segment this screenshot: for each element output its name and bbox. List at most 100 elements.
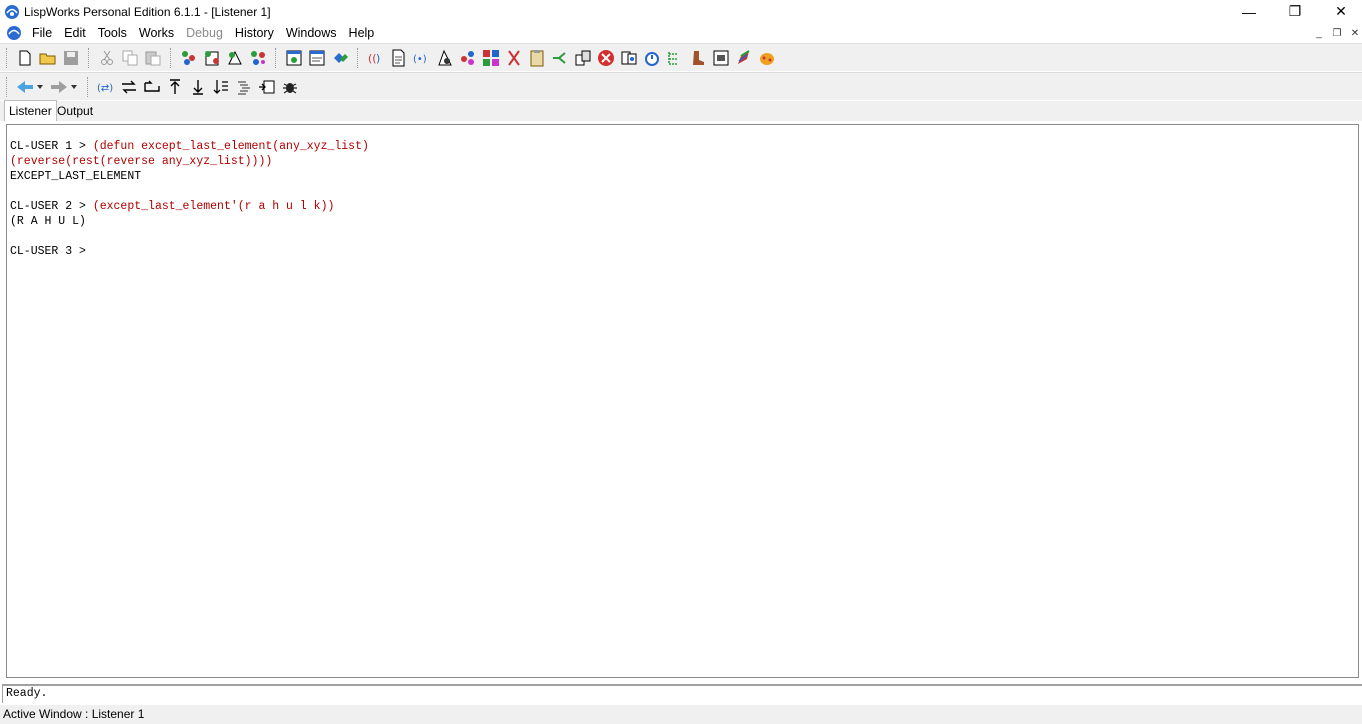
menu-help[interactable]: Help (343, 23, 381, 43)
list-indent-button[interactable] (232, 76, 255, 98)
top-of-stack-button[interactable] (163, 76, 186, 98)
menu-file[interactable]: File (26, 23, 58, 43)
tracer-button[interactable] (548, 47, 571, 69)
output-browser-button[interactable] (479, 47, 502, 69)
toolbar-grip[interactable] (6, 76, 9, 97)
input-2: (except_last_element'(r a h u l k)) (92, 200, 335, 213)
debug-bug-button[interactable] (278, 76, 301, 98)
svg-text:(⇄): (⇄) (97, 83, 113, 94)
compile-buffer-button[interactable] (246, 47, 269, 69)
save-button[interactable] (59, 47, 82, 69)
class-browser-button[interactable]: (() (364, 47, 387, 69)
next-history-button[interactable] (140, 76, 163, 98)
echo-area[interactable]: Ready. (2, 684, 1362, 703)
cut-button[interactable] (95, 47, 118, 69)
save-icon (63, 50, 78, 65)
mdi-close-button[interactable]: ✕ (1346, 25, 1362, 41)
copy-icon (122, 50, 137, 65)
title-bar: LispWorks Personal Edition 6.1.1 - [List… (0, 0, 1362, 23)
menu-debug[interactable]: Debug (180, 23, 229, 43)
previous-history-icon (121, 80, 136, 93)
interface-builder-button[interactable] (709, 47, 732, 69)
window-title: LispWorks Personal Edition 6.1.1 - [List… (24, 4, 271, 19)
svg-text:(•): (•) (413, 54, 427, 65)
tools-button[interactable] (328, 47, 351, 69)
cut-icon (100, 50, 113, 65)
profiler-button[interactable] (502, 47, 525, 69)
document-system-menu-icon[interactable] (6, 25, 22, 41)
generic-function-browser-button[interactable] (387, 47, 410, 69)
listener-button[interactable] (282, 47, 305, 69)
prompt-1: CL-USER 1 > (10, 140, 93, 153)
debugger-button[interactable] (433, 47, 456, 69)
back-button[interactable] (13, 76, 47, 98)
stopwatch-icon (644, 51, 659, 66)
inspector-icon (667, 51, 677, 65)
copy-button[interactable] (118, 47, 141, 69)
input-1-continued: (reverse(rest(reverse any_xyz_list)))) (10, 155, 273, 168)
forward-button[interactable] (47, 76, 81, 98)
output-browser-icon (482, 49, 499, 66)
bottom-of-stack-button[interactable] (186, 76, 209, 98)
clipboard-icon (530, 49, 543, 66)
tab-strip: Listener Output (0, 100, 1362, 121)
sort-down-button[interactable] (209, 76, 232, 98)
stop-button[interactable] (594, 47, 617, 69)
close-button[interactable]: ✕ (1318, 0, 1362, 23)
system-browser-button[interactable] (571, 47, 594, 69)
menu-works[interactable]: Works (133, 23, 180, 43)
boot-icon (692, 50, 704, 65)
profiler-icon (507, 49, 520, 66)
evaluate-region-button[interactable] (200, 47, 223, 69)
menu-edit[interactable]: Edit (58, 23, 92, 43)
compile-button[interactable] (223, 47, 246, 69)
document-browser-icon (392, 49, 404, 66)
color-pencil-icon (737, 49, 750, 64)
symbol-browser-icon: (•) (413, 54, 427, 65)
mdi-restore-icon: ❐ (1332, 27, 1342, 39)
new-file-icon (19, 50, 30, 65)
system-browser-icon (575, 50, 590, 65)
mdi-minimize-icon: _ (1316, 27, 1322, 39)
close-icon: ✕ (1335, 3, 1347, 19)
symbol-browser-button[interactable]: (•) (410, 47, 433, 69)
compile-icon (227, 50, 242, 64)
minimize-button[interactable]: — (1226, 0, 1272, 23)
tab-listener[interactable]: Listener (4, 100, 57, 121)
restore-button[interactable]: ❐ (1272, 0, 1318, 23)
open-file-button[interactable] (36, 47, 59, 69)
arrow-up-icon (169, 78, 180, 94)
input-1: (defun except_last_element(any_xyz_list) (92, 140, 369, 153)
menu-history[interactable]: History (229, 23, 280, 43)
paste-button[interactable] (141, 47, 164, 69)
walker-button[interactable] (686, 47, 709, 69)
toolbar-grip[interactable] (6, 47, 9, 68)
open-folder-icon (39, 53, 55, 64)
lisp-logo-button[interactable] (755, 47, 778, 69)
editor-button[interactable] (305, 47, 328, 69)
evaluate-region-icon (204, 50, 219, 65)
menu-bar: File Edit Tools Works Debug History Wind… (0, 23, 1362, 43)
function-call-browser-button[interactable] (640, 47, 663, 69)
menu-windows[interactable]: Windows (280, 23, 343, 43)
listener-pane[interactable]: CL-USER 1 > (defun except_last_element(a… (6, 124, 1359, 678)
output-1: EXCEPT_LAST_ELEMENT (10, 170, 142, 183)
inspect-button[interactable] (177, 47, 200, 69)
object-clipboard-button[interactable] (456, 47, 479, 69)
mdi-restore-button[interactable]: ❐ (1328, 25, 1346, 41)
mdi-minimize-button[interactable]: _ (1310, 25, 1328, 41)
color-button[interactable] (732, 47, 755, 69)
inspector-button[interactable] (663, 47, 686, 69)
inspect-icon (181, 50, 195, 65)
process-browser-button[interactable] (617, 47, 640, 69)
forward-arrow-icon (51, 80, 77, 93)
search-files-button[interactable] (525, 47, 548, 69)
toggle-listener-button[interactable]: (⇄) (94, 76, 117, 98)
new-file-button[interactable] (13, 47, 36, 69)
class-browser-icon: (() (368, 52, 380, 65)
previous-history-button[interactable] (117, 76, 140, 98)
backtrace-button[interactable] (255, 76, 278, 98)
menu-tools[interactable]: Tools (92, 23, 133, 43)
lispworks-logo-icon (5, 4, 19, 19)
tab-output[interactable]: Output (53, 101, 97, 121)
